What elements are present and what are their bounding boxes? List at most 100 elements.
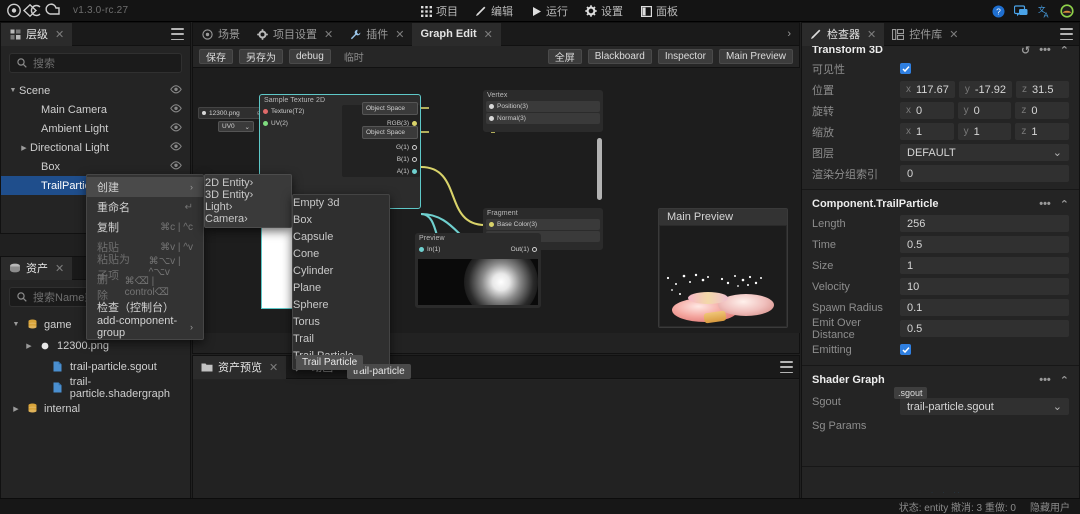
submenu-item-2d-entity[interactable]: 2D Entity› [205, 177, 291, 189]
menu-item-run[interactable]: 运行 [528, 1, 570, 21]
entity-item-plane[interactable]: Plane [293, 282, 389, 299]
inspector-button[interactable]: Inspector [658, 49, 713, 64]
main-preview-button[interactable]: Main Preview [719, 49, 793, 64]
chevron-right-icon[interactable]: › [787, 28, 791, 40]
tab-hierarchy[interactable]: 层级 ✕ [1, 23, 72, 46]
hierarchy-item-directional-light[interactable]: ▶Directional Light [1, 138, 190, 157]
sample-output-port[interactable]: A(1) [342, 165, 420, 177]
close-icon[interactable]: ✕ [484, 28, 493, 41]
chevron-right-icon[interactable]: ▶ [18, 144, 30, 152]
texture-asset-chip[interactable]: 12300.png ⊘ [198, 107, 266, 119]
more-icon[interactable]: ••• [1039, 46, 1051, 56]
tab-widget-library[interactable]: 控件库 ✕ [884, 23, 966, 46]
vertex-port[interactable]: Normal(3) [486, 113, 600, 124]
entity-item-torus[interactable]: Torus [293, 316, 389, 333]
chevron-right-icon[interactable]: ▶ [10, 405, 22, 413]
asset-item-internal[interactable]: ▶internal [1, 398, 190, 419]
rotation-x-input[interactable]: x0 [900, 102, 954, 119]
scale-y-input[interactable]: y1 [958, 123, 1012, 140]
trailparticle-section-header[interactable]: Component.TrailParticle ••• ⌃ [802, 195, 1079, 213]
scale-z-input[interactable]: z1 [1015, 123, 1069, 140]
entity-item-cylinder[interactable]: Cylinder [293, 265, 389, 282]
main-preview-viewport[interactable] [660, 226, 786, 326]
hide-user-text[interactable]: 隐藏用户 [1030, 499, 1070, 514]
close-icon[interactable]: ✕ [269, 361, 278, 374]
tab-assets[interactable]: 资产 ✕ [1, 257, 72, 280]
close-icon[interactable]: ✕ [55, 28, 64, 41]
visibility-toggle-icon[interactable] [170, 85, 182, 97]
vertex-port[interactable]: Position(3) [486, 101, 600, 112]
visibility-toggle-icon[interactable] [170, 142, 182, 154]
collapse-icon[interactable]: ⌃ [1060, 46, 1069, 57]
main-preview-window[interactable]: Main Preview [658, 208, 788, 328]
tab-场景[interactable]: 场景 [193, 23, 248, 46]
menu-item-复制[interactable]: 复制⌘c | ^c [87, 217, 203, 237]
node-group-handle[interactable] [597, 138, 602, 200]
reset-icon[interactable]: ↺ [1021, 46, 1030, 57]
field-input[interactable]: 0.5 [900, 320, 1069, 337]
hierarchy-context-menu[interactable]: 创建›重命名↵复制⌘c | ^c粘贴⌘v | ^v粘贴为子项⌘⌥v | ^⌥v删… [86, 174, 204, 340]
asset-preview-body[interactable] [193, 380, 799, 513]
sample-input-port[interactable]: Texture(T2) [260, 105, 342, 117]
menu-item-检查-控制台-[interactable]: 检查（控制台） [87, 297, 203, 317]
field-input[interactable]: 1 [900, 257, 1069, 274]
entity-item-sphere[interactable]: Sphere [293, 299, 389, 316]
visibility-toggle-icon[interactable] [170, 104, 182, 116]
menu-item-创建[interactable]: 创建› [87, 177, 203, 197]
collapse-icon[interactable]: ⌃ [1060, 198, 1069, 211]
more-icon[interactable]: ••• [1039, 374, 1051, 386]
close-icon[interactable]: ✕ [324, 28, 333, 41]
avatar-icon[interactable] [1060, 4, 1074, 18]
entity-item-cone[interactable]: Cone [293, 248, 389, 265]
position-z-input[interactable]: z31.5 [1016, 81, 1069, 98]
rotation-z-input[interactable]: z0 [1015, 102, 1069, 119]
entity-item-trail[interactable]: Trail [293, 333, 389, 350]
position-y-input[interactable]: y-17.92 [959, 81, 1012, 98]
hierarchy-item-main-camera[interactable]: Main Camera [1, 100, 190, 119]
object-space-chip-position[interactable]: Object Space [362, 102, 418, 115]
tab-项目设置[interactable]: 项目设置✕ [248, 23, 341, 46]
field-input[interactable]: 0.5 [900, 236, 1069, 253]
save-button[interactable]: 保存 [199, 49, 233, 64]
hierarchy-item-scene[interactable]: ▼Scene [1, 81, 190, 100]
fragment-port[interactable]: Base Color(3) [486, 219, 600, 230]
asset-item-trail-particle-sgout[interactable]: trail-particle.sgout [1, 356, 190, 377]
panel-menu-icon[interactable] [171, 28, 184, 40]
field-input[interactable]: 0.1 [900, 299, 1069, 316]
visibility-toggle-icon[interactable] [170, 123, 182, 135]
render-order-input[interactable]: 0 [900, 165, 1069, 182]
field-input[interactable]: 10 [900, 278, 1069, 295]
panel-menu-icon[interactable] [780, 361, 793, 373]
tab-inspector[interactable]: 检查器 ✕ [802, 23, 884, 46]
more-icon[interactable]: ••• [1039, 198, 1051, 210]
panel-menu-icon[interactable] [1060, 28, 1073, 40]
add-component-button[interactable]: 添加组件 [802, 472, 1079, 493]
menu-item-删除[interactable]: 删除⌘⌫ | control⌫ [87, 277, 203, 297]
uv-select[interactable]: UV0 ⌄ [218, 121, 254, 132]
tab-asset-preview[interactable]: 资产预览 ✕ [193, 356, 286, 379]
preview-out-port[interactable]: Out(1) [511, 243, 537, 255]
tab-graph-edit[interactable]: Graph Edit✕ [412, 23, 500, 46]
entity-item-box[interactable]: Box [293, 214, 389, 231]
debug-button[interactable]: debug [289, 49, 331, 64]
rotation-y-input[interactable]: y0 [958, 102, 1012, 119]
feedback-icon[interactable] [1014, 4, 1028, 18]
field-input[interactable]: 256 [900, 215, 1069, 232]
menu-item-settings[interactable]: 设置 [583, 1, 625, 21]
scale-x-input[interactable]: x1 [900, 123, 954, 140]
create-submenu[interactable]: 2D Entity›3D Entity›Light›Camera› [204, 174, 292, 228]
entity-item-capsule[interactable]: Capsule [293, 231, 389, 248]
close-icon[interactable]: ✕ [395, 28, 404, 41]
asset-item-trail-particle-shadergraph[interactable]: trail-particle.shadergraph [1, 377, 190, 398]
node-preview[interactable]: Preview In(1) Out(1) [415, 233, 541, 308]
chevron-down-icon[interactable]: ▼ [7, 87, 19, 94]
blackboard-button[interactable]: Blackboard [588, 49, 652, 64]
submenu-item-light[interactable]: Light› [205, 201, 291, 213]
menu-item-add-component-group[interactable]: add-component-group› [87, 317, 203, 337]
save-as-button[interactable]: 另存为 [239, 49, 283, 64]
visibility-checkbox[interactable] [900, 63, 911, 74]
hierarchy-search-input[interactable]: 搜索 [9, 53, 182, 73]
help-icon[interactable]: ? [991, 4, 1005, 18]
shadergraph-section-header[interactable]: Shader Graph ••• ⌃ [802, 371, 1079, 389]
translate-icon[interactable]: 文 A [1037, 4, 1051, 18]
